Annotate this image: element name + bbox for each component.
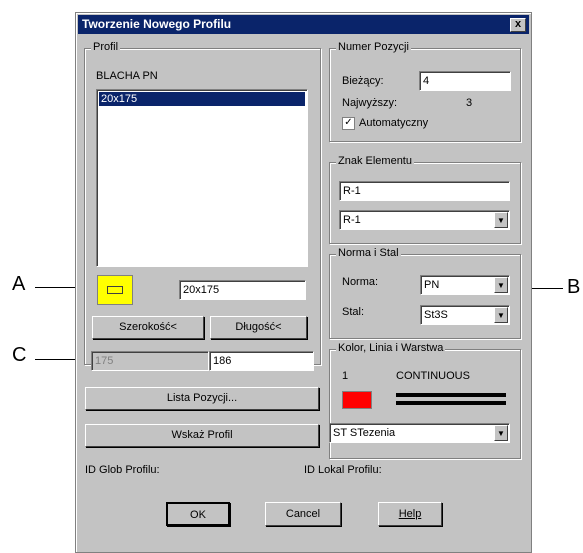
norma-combo-value: PN [424,279,440,291]
auto-checkbox-label: Automatyczny [359,117,429,129]
chevron-down-icon[interactable]: ▼ [494,277,508,293]
highest-number-value: 3 [466,97,473,109]
chevron-down-icon[interactable]: ▼ [494,425,508,441]
element-mark-input[interactable]: R-1 [339,181,510,201]
show-profile-button[interactable]: Wskaż Profil [85,424,319,447]
position-list-button[interactable]: Lista Pozycji... [85,387,319,410]
norma-stal-group: Norma i Stal [329,247,521,339]
line-stroke-top [396,393,506,397]
create-profile-dialog: Tworzenie Nowego Profilu x Profil BLACHA… [75,12,532,553]
annotation-a: A [12,273,26,295]
znak-group-label: Znak Elementu [336,155,414,167]
profil-group-label: Profil [91,41,121,53]
line-type-label: CONTINUOUS [396,370,470,382]
dialog-title: Tworzenie Nowego Profilu [82,17,232,31]
annotation-b: B [567,276,581,298]
profile-type-label: BLACHA PN [96,70,158,82]
element-mark-combo-value: R-1 [343,214,361,226]
current-number-label: Bieżący: [342,75,384,87]
profile-size-input[interactable]: 20x175 [179,280,306,300]
close-button[interactable]: x [510,18,526,32]
color-swatch-button[interactable] [342,391,372,409]
global-id-label: ID Glob Profilu: [85,464,160,476]
rectangle-icon [107,286,123,294]
layer-combo-value: ST STezenia [333,427,396,439]
stal-label: Stal: [342,306,365,318]
numer-group-label: Numer Pozycji [336,41,411,53]
stal-combo-value: St3S [424,309,448,321]
stal-combo[interactable]: St3S ▼ [420,305,510,325]
cancel-button[interactable]: Cancel [265,502,341,526]
profile-color-swatch-button[interactable] [97,275,133,305]
ok-button[interactable]: OK [166,502,230,526]
profile-list-item-selected[interactable]: 20x175 [99,92,305,106]
local-id-label: ID Lokal Profilu: [304,464,382,476]
help-button[interactable]: Help [378,502,442,526]
chevron-down-icon[interactable]: ▼ [494,212,508,228]
line-type-preview[interactable] [396,391,506,407]
checkmark-icon: ✓ [344,117,353,128]
layer-combo[interactable]: ST STezenia ▼ [329,423,510,443]
element-mark-combo[interactable]: R-1 ▼ [339,210,510,230]
chevron-down-icon[interactable]: ▼ [494,307,508,323]
width-value-field: 175 [91,351,209,371]
width-button[interactable]: Szerokość< [92,316,204,339]
length-value-input[interactable]: 186 [209,351,314,371]
norma-combo[interactable]: PN ▼ [420,275,510,295]
znak-elementu-group: Znak Elementu [329,155,521,244]
auto-checkbox[interactable]: ✓ [342,117,355,130]
highest-number-label: Najwyższy: [342,97,398,109]
current-number-input[interactable]: 4 [419,71,511,91]
profile-listbox[interactable]: 20x175 [96,89,308,267]
annotation-c: C [12,344,27,366]
length-button[interactable]: Długość< [210,316,307,339]
line-stroke-bottom [396,401,506,405]
dialog-titlebar: Tworzenie Nowego Profilu x [78,15,529,34]
norma-label: Norma: [342,276,379,288]
kolor-group-label: Kolor, Linia i Warstwa [336,342,446,354]
norma-group-label: Norma i Stal [336,247,401,259]
color-number: 1 [342,370,349,382]
